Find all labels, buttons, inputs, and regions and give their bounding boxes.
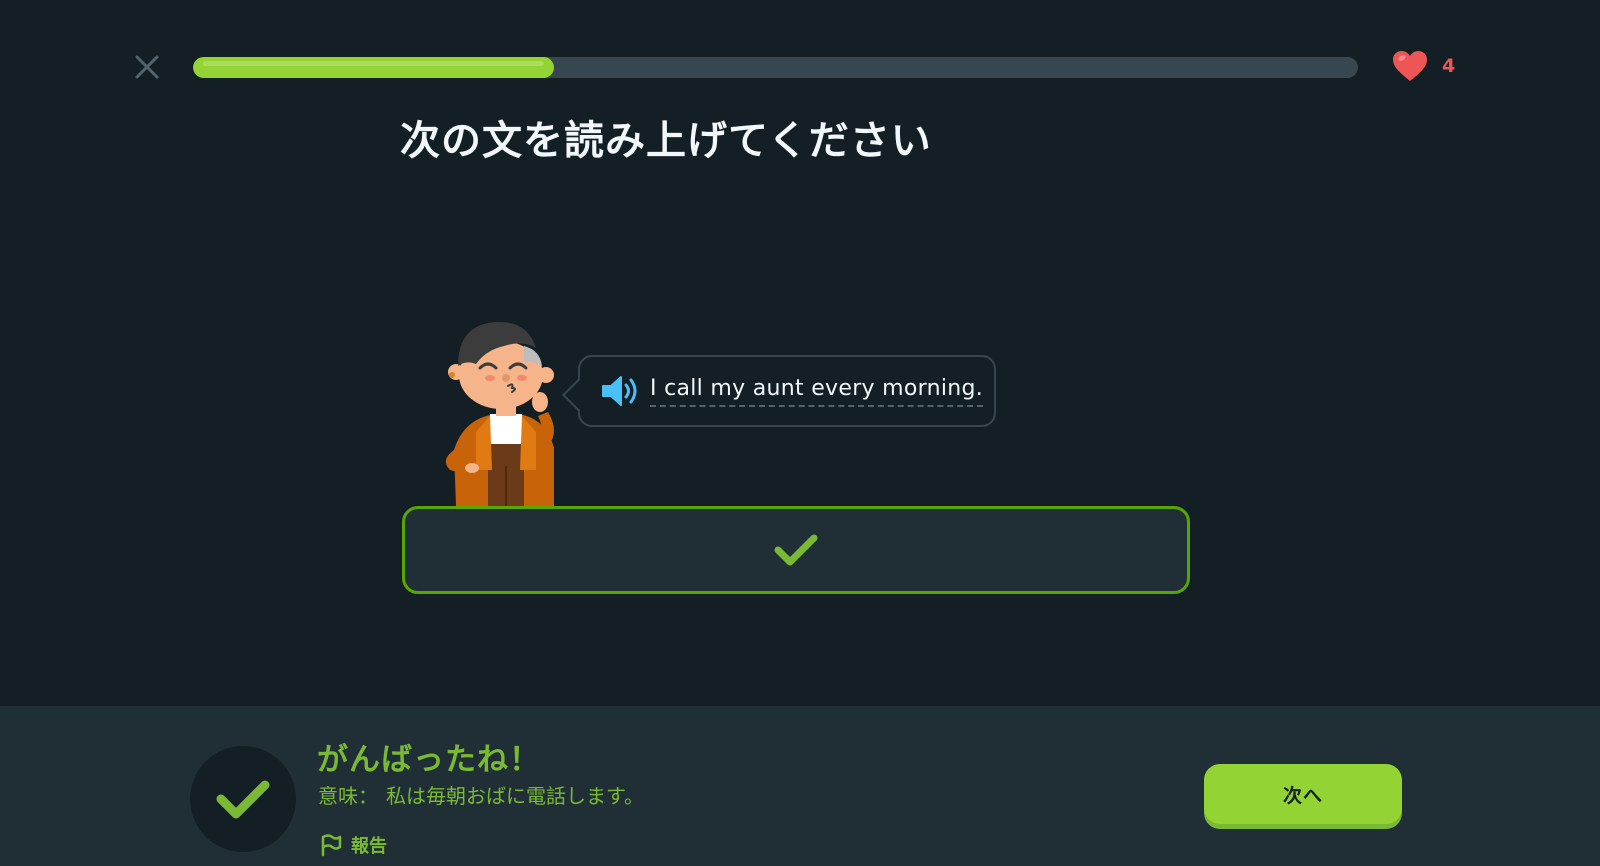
hearts-count: 4 xyxy=(1442,55,1456,77)
speech-bubble: I call my aunt every morning. xyxy=(562,355,996,427)
check-icon xyxy=(216,780,270,819)
sentence-text[interactable]: I call my aunt every morning. xyxy=(650,376,984,407)
speaker-icon xyxy=(602,376,637,406)
hearts-counter: 4 xyxy=(1392,50,1455,82)
next-button[interactable]: 次へ xyxy=(1204,764,1402,824)
progress-bar xyxy=(193,57,1358,78)
report-button[interactable]: 報告 xyxy=(319,832,387,858)
meaning-text: 私は毎朝おばに電話します。 xyxy=(386,784,644,808)
meaning-label: 意味： xyxy=(318,784,378,808)
close-icon xyxy=(135,55,159,79)
page-title: 次の文を読み上げてください xyxy=(400,118,932,164)
check-icon xyxy=(774,534,818,566)
lesson-page: 4 次の文を読み上げてください I call my aunt every mor… xyxy=(0,0,1600,866)
report-label: 報告 xyxy=(351,836,387,857)
close-button[interactable] xyxy=(132,52,162,82)
play-audio-button[interactable] xyxy=(600,374,640,408)
result-title: がんばったね！ xyxy=(317,742,541,778)
character-illustration xyxy=(445,322,554,506)
feedback-footer: がんばったね！ 意味： 私は毎朝おばに電話します。 報告 次へ xyxy=(0,706,1600,866)
progress-fill xyxy=(193,57,555,78)
meaning-row: 意味： 私は毎朝おばに電話します。 xyxy=(318,780,644,809)
speak-answer-box xyxy=(402,506,1190,594)
result-badge xyxy=(190,746,296,852)
flag-icon xyxy=(321,834,342,857)
heart-icon xyxy=(1393,51,1427,81)
